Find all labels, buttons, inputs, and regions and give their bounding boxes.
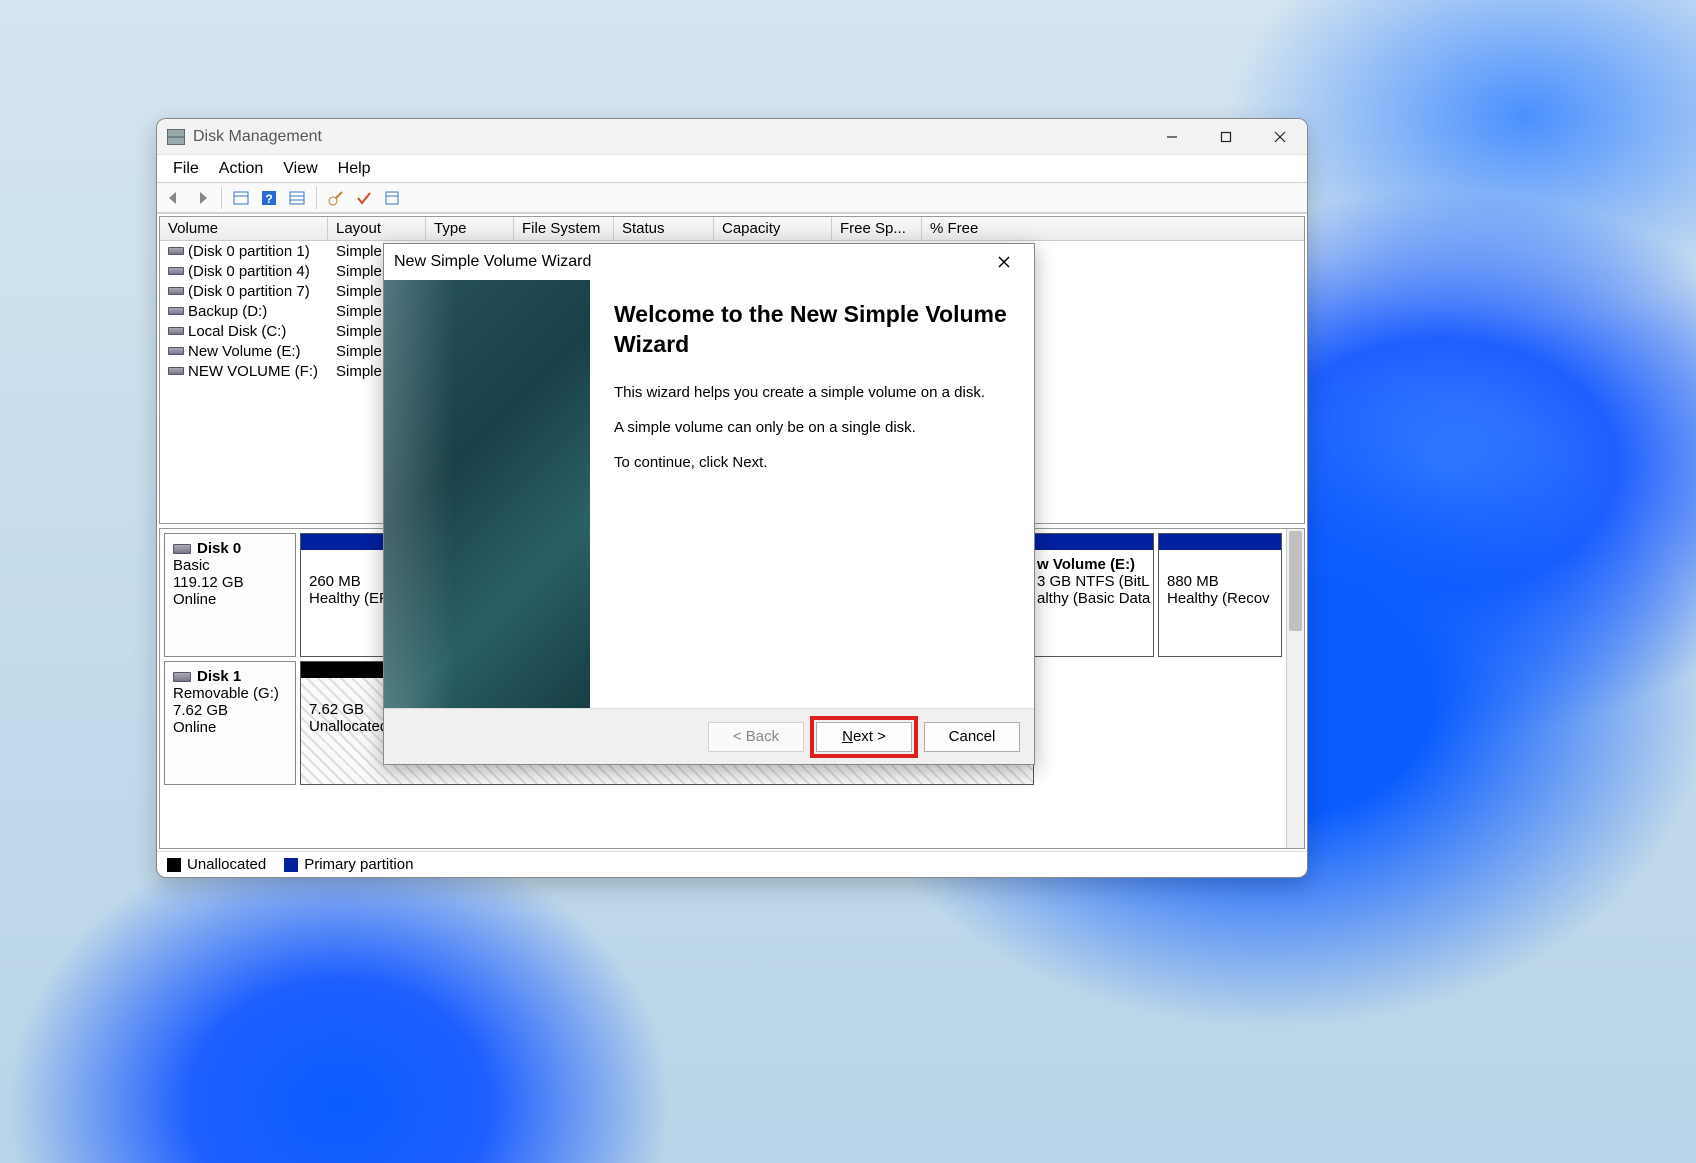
- legend-swatch-unallocated: [167, 858, 181, 872]
- partition-disk0-e[interactable]: w Volume (E:) 3 GB NTFS (BitL althy (Bas…: [1028, 533, 1154, 657]
- wizard-heading: Welcome to the New Simple Volume Wizard: [614, 300, 1010, 360]
- wizard-content: Welcome to the New Simple Volume Wizard …: [590, 280, 1034, 708]
- partition-text: althy (Basic Data: [1037, 590, 1145, 607]
- next-button[interactable]: Next >: [816, 722, 912, 752]
- volume-icon: [168, 287, 184, 295]
- col-volume[interactable]: Volume: [160, 217, 328, 240]
- disk0-label[interactable]: Disk 0 Basic 119.12 GB Online: [164, 533, 296, 657]
- partition-disk0-recov[interactable]: 880 MB Healthy (Recov: [1158, 533, 1282, 657]
- back-button[interactable]: < Back: [708, 722, 804, 752]
- titlebar: Disk Management: [157, 119, 1307, 155]
- back-button[interactable]: [161, 186, 187, 210]
- tool-action-icon[interactable]: [323, 186, 349, 210]
- window-title: Disk Management: [193, 128, 1145, 146]
- volume-name: (Disk 0 partition 7): [188, 283, 310, 300]
- partition-text: w Volume (E:): [1037, 556, 1145, 573]
- wizard-text: To continue, click Next.: [614, 454, 1010, 471]
- wizard-footer: < Back Next > Cancel: [384, 708, 1034, 764]
- tool-list-icon[interactable]: [284, 186, 310, 210]
- menubar: File Action View Help: [157, 155, 1307, 183]
- new-simple-volume-wizard: New Simple Volume Wizard Welcome to the …: [383, 243, 1035, 765]
- disk1-name: Disk 1: [197, 668, 241, 685]
- volume-name: Backup (D:): [188, 303, 267, 320]
- col-status[interactable]: Status: [614, 217, 714, 240]
- column-headers: Volume Layout Type File System Status Ca…: [160, 217, 1304, 241]
- volume-icon: [168, 247, 184, 255]
- disk-icon: [173, 672, 191, 682]
- menu-help[interactable]: Help: [328, 158, 381, 180]
- partition-text: Healthy (Recov: [1167, 590, 1273, 607]
- wizard-text: This wizard helps you create a simple vo…: [614, 384, 1010, 401]
- disk0-size: 119.12 GB: [173, 574, 287, 591]
- toolbar: ?: [157, 183, 1307, 213]
- volume-name: NEW VOLUME (F:): [188, 363, 318, 380]
- tool-check-icon[interactable]: [351, 186, 377, 210]
- menu-view[interactable]: View: [273, 158, 327, 180]
- legend-swatch-primary: [284, 858, 298, 872]
- minimize-button[interactable]: [1145, 119, 1199, 154]
- partition-text: Healthy (EF: [309, 590, 379, 607]
- volume-icon: [168, 307, 184, 315]
- legend: Unallocated Primary partition: [157, 851, 1307, 877]
- volume-name: (Disk 0 partition 4): [188, 263, 310, 280]
- partition-disk0-0[interactable]: 260 MB Healthy (EF: [300, 533, 388, 657]
- menu-file[interactable]: File: [163, 158, 209, 180]
- svg-text:?: ?: [265, 192, 272, 206]
- col-freespace[interactable]: Free Sp...: [832, 217, 922, 240]
- col-filesystem[interactable]: File System: [514, 217, 614, 240]
- wizard-close-button[interactable]: [984, 244, 1024, 280]
- cancel-button[interactable]: Cancel: [924, 722, 1020, 752]
- volume-icon: [168, 267, 184, 275]
- vertical-scrollbar[interactable]: [1286, 529, 1304, 848]
- col-pctfree[interactable]: % Free: [922, 217, 1040, 240]
- volume-name: (Disk 0 partition 1): [188, 243, 310, 260]
- maximize-button[interactable]: [1199, 119, 1253, 154]
- partition-text: 3 GB NTFS (BitL: [1037, 573, 1145, 590]
- wizard-titlebar: New Simple Volume Wizard: [384, 244, 1034, 280]
- menu-action[interactable]: Action: [209, 158, 273, 180]
- app-icon: [167, 129, 185, 145]
- forward-button[interactable]: [189, 186, 215, 210]
- legend-label-unallocated: Unallocated: [187, 856, 266, 873]
- partition-text: 260 MB: [309, 573, 379, 590]
- partition-text: 880 MB: [1167, 573, 1273, 590]
- disk1-label[interactable]: Disk 1 Removable (G:) 7.62 GB Online: [164, 661, 296, 785]
- tool-props-icon[interactable]: [379, 186, 405, 210]
- disk0-status: Online: [173, 591, 287, 608]
- disk0-name: Disk 0: [197, 540, 241, 557]
- volume-icon: [168, 367, 184, 375]
- volume-name: Local Disk (C:): [188, 323, 286, 340]
- disk1--status: Online: [173, 719, 287, 736]
- close-button[interactable]: [1253, 119, 1307, 154]
- tool-view-icon[interactable]: [228, 186, 254, 210]
- legend-label-primary: Primary partition: [304, 856, 413, 873]
- col-layout[interactable]: Layout: [328, 217, 426, 240]
- col-capacity[interactable]: Capacity: [714, 217, 832, 240]
- disk0-type: Basic: [173, 557, 287, 574]
- wizard-banner: [384, 280, 590, 708]
- disk1-type: Removable (G:): [173, 685, 287, 702]
- volume-icon: [168, 347, 184, 355]
- disk-icon: [173, 544, 191, 554]
- wizard-text: A simple volume can only be on a single …: [614, 419, 1010, 436]
- volume-icon: [168, 327, 184, 335]
- help-icon[interactable]: ?: [256, 186, 282, 210]
- scroll-thumb[interactable]: [1289, 531, 1302, 631]
- wizard-title: New Simple Volume Wizard: [394, 253, 984, 271]
- col-type[interactable]: Type: [426, 217, 514, 240]
- volume-name: New Volume (E:): [188, 343, 301, 360]
- disk1-size: 7.62 GB: [173, 702, 287, 719]
